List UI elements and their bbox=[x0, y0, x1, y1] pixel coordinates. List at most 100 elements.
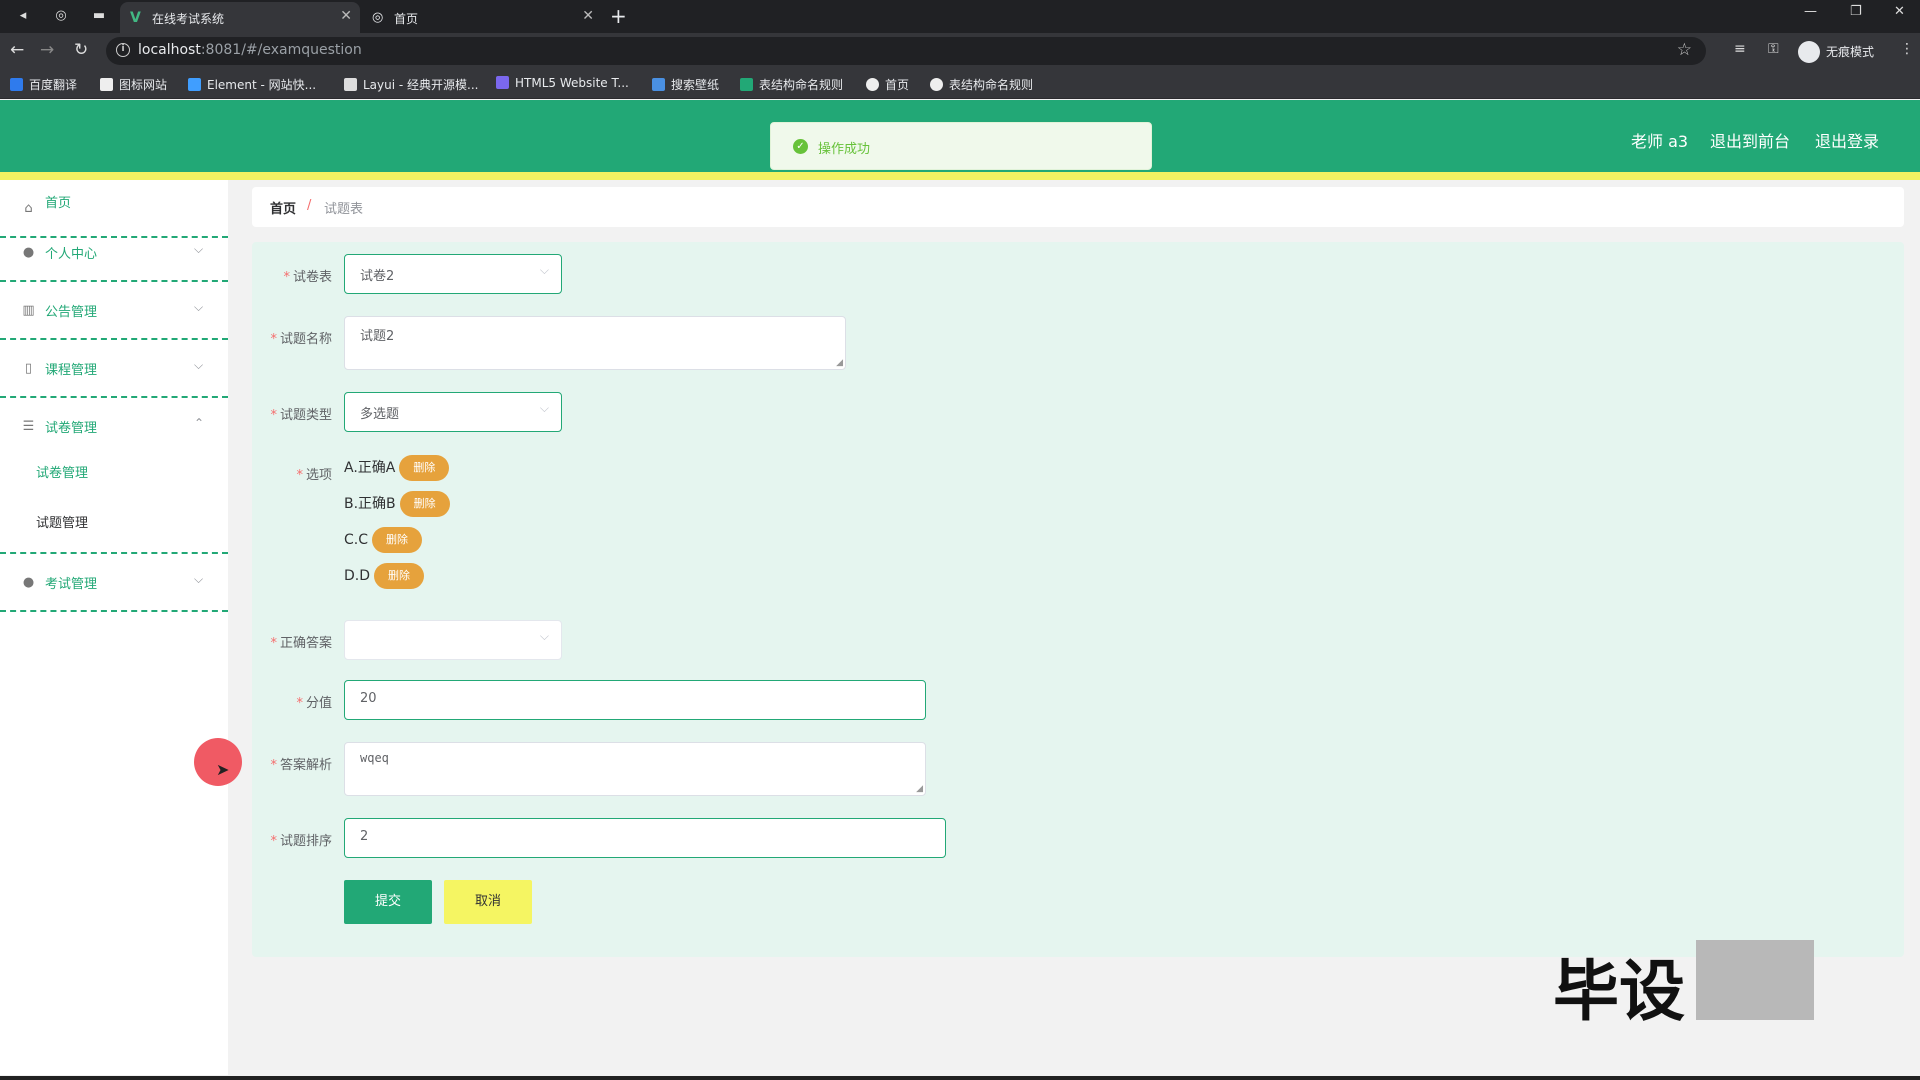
reload-icon[interactable]: ↻ bbox=[74, 40, 88, 60]
chevron-up-icon: ⌃ bbox=[194, 416, 205, 430]
media-control-icon[interactable]: ◂ bbox=[12, 6, 34, 26]
user-icon: ● bbox=[22, 245, 35, 260]
paper-label: * 试卷表 bbox=[283, 270, 332, 285]
wallpaper-icon bbox=[652, 78, 665, 91]
globe-icon[interactable]: ◎ bbox=[50, 6, 72, 26]
incognito-icon[interactable] bbox=[1798, 41, 1820, 63]
bookmark-item[interactable]: 表结构命名规则 bbox=[930, 76, 1033, 93]
delete-option-button[interactable]: 删除 bbox=[399, 455, 450, 481]
tab-title: 在线考试系统 bbox=[152, 12, 225, 26]
order-input[interactable]: 2 bbox=[344, 818, 946, 858]
exam-icon: ● bbox=[22, 575, 35, 590]
watermark-blur bbox=[1696, 940, 1814, 1020]
question-name-textarea[interactable]: 试题2 ◢ bbox=[344, 316, 846, 370]
bookmark-item[interactable]: Layui - 经典开源模... bbox=[344, 76, 478, 93]
chevron-down-icon: ⌵ bbox=[194, 358, 204, 372]
back-icon[interactable]: ← bbox=[10, 40, 24, 60]
answer-select[interactable]: ⌵ bbox=[344, 620, 562, 660]
close-window-icon[interactable]: ✕ bbox=[1894, 4, 1905, 19]
sliders-icon: ☰ bbox=[22, 419, 35, 434]
globe-icon bbox=[866, 78, 879, 91]
chevron-down-icon: ⌵ bbox=[539, 263, 549, 277]
type-label: * 试题类型 bbox=[270, 408, 332, 423]
sidebar-item-notice[interactable]: ▥ 公告管理 ⌵ bbox=[0, 282, 228, 340]
submenu-paper-management[interactable]: 试卷管理 bbox=[36, 462, 88, 481]
bookmark-item[interactable]: 表结构命名规则 bbox=[740, 76, 843, 93]
home-icon: ⌂ bbox=[24, 201, 33, 216]
sidebar-item-label: 考试管理 bbox=[45, 577, 98, 592]
delete-option-button[interactable]: 删除 bbox=[374, 563, 425, 589]
sidebar-item-personal[interactable]: ● 个人中心 ⌵ bbox=[0, 224, 228, 282]
order-label: * 试题排序 bbox=[270, 834, 332, 849]
forward-icon[interactable]: → bbox=[40, 40, 54, 60]
score-input[interactable]: 20 bbox=[344, 680, 926, 720]
chevron-down-icon: ⌵ bbox=[539, 401, 549, 415]
watermark-text: 毕设 bbox=[1553, 953, 1685, 1030]
bookmark-item[interactable]: Element - 网站快... bbox=[188, 76, 316, 93]
bookmark-star-icon[interactable]: ☆ bbox=[1677, 40, 1692, 60]
question-form: * 试卷表 试卷2 ⌵ * 试题名称 试题2 ◢ * 试题类型 多选题 ⌵ * 选项 A… bbox=[252, 242, 1904, 957]
key-icon[interactable]: ⚿ bbox=[1768, 41, 1779, 57]
vue-icon: V bbox=[130, 10, 141, 26]
answer-label: * 正确答案 bbox=[270, 636, 332, 651]
html5-icon bbox=[496, 76, 509, 89]
translate-icon bbox=[10, 78, 23, 91]
submenu-question-management[interactable]: 试题管理 bbox=[36, 512, 88, 531]
new-tab-icon[interactable]: + bbox=[610, 4, 627, 28]
browser-tabstrip: ◂ ◎ ▬ V 在线考试系统 ✕ ◎ 首页 ✕ + — ❐ ✕ bbox=[0, 0, 1920, 33]
submit-button[interactable]: 提交 bbox=[344, 880, 432, 924]
resize-grip-icon[interactable]: ◢ bbox=[916, 784, 923, 794]
sidebar: ⌂ 首页 ● 个人中心 ⌵ ▥ 公告管理 ⌵ ▯ 课程管理 ⌵ ☰ 试卷管理 ⌃… bbox=[0, 180, 228, 1075]
bookmark-item[interactable]: 首页 bbox=[866, 76, 909, 93]
cancel-button[interactable]: 取消 bbox=[444, 880, 532, 924]
exit-to-front-link[interactable]: 退出到前台 bbox=[1710, 128, 1790, 152]
options-label: * 选项 bbox=[296, 468, 332, 483]
bookmarks-bar: 百度翻译 图标网站 Element - 网站快... Layui - 经典开源模… bbox=[0, 69, 1920, 99]
reading-list-icon[interactable]: ≡ bbox=[1734, 41, 1746, 57]
success-toast: ✓ 操作成功 bbox=[770, 122, 1152, 170]
breadcrumb-home[interactable]: 首页 bbox=[270, 198, 296, 217]
element-icon bbox=[188, 78, 201, 91]
incognito-label: 无痕模式 bbox=[1826, 45, 1875, 59]
sidebar-item-label: 试卷管理 bbox=[45, 421, 98, 436]
chevron-down-icon: ⌵ bbox=[194, 300, 204, 314]
bookmark-item[interactable]: 百度翻译 bbox=[10, 76, 77, 93]
type-select[interactable]: 多选题 ⌵ bbox=[344, 392, 562, 432]
sidebar-item-label: 首页 bbox=[45, 196, 72, 211]
option-item: C.C 删除 bbox=[344, 527, 423, 553]
delete-option-button[interactable]: 删除 bbox=[372, 527, 423, 553]
globe-icon bbox=[930, 78, 943, 91]
toast-message: 操作成功 bbox=[818, 142, 871, 157]
bookmark-item[interactable]: 图标网站 bbox=[100, 76, 167, 93]
course-icon: ▯ bbox=[24, 361, 33, 376]
sidebar-item-exam[interactable]: ● 考试管理 ⌵ bbox=[0, 554, 228, 612]
logout-link[interactable]: 退出登录 bbox=[1815, 128, 1879, 152]
window-icon[interactable]: ▬ bbox=[88, 6, 110, 26]
minimize-icon[interactable]: — bbox=[1804, 4, 1817, 19]
paper-select[interactable]: 试卷2 ⌵ bbox=[344, 254, 562, 294]
tab-exam-system[interactable]: V 在线考试系统 ✕ bbox=[120, 2, 360, 33]
flag-icon bbox=[100, 78, 113, 91]
option-item: B.正确B 删除 bbox=[344, 491, 450, 517]
close-icon[interactable]: ✕ bbox=[340, 8, 352, 24]
chevron-down-icon: ⌵ bbox=[194, 572, 204, 586]
menu-kebab-icon[interactable]: ⋮ bbox=[1900, 41, 1914, 57]
analysis-textarea[interactable]: wqeq ◢ bbox=[344, 742, 926, 796]
resize-grip-icon[interactable]: ◢ bbox=[836, 358, 843, 368]
url-text: localhost:8081/#/examquestion bbox=[138, 42, 362, 58]
option-item: A.正确A 删除 bbox=[344, 455, 450, 481]
current-user: 老师 a3 bbox=[1631, 132, 1689, 151]
tab-home[interactable]: ◎ 首页 ✕ bbox=[362, 2, 602, 33]
restore-icon[interactable]: ❐ bbox=[1850, 4, 1862, 19]
close-icon[interactable]: ✕ bbox=[582, 8, 594, 24]
sidebar-item-exam-paper[interactable]: ☰ 试卷管理 ⌃ 试卷管理 试题管理 bbox=[0, 398, 228, 554]
address-bar[interactable]: i localhost:8081/#/examquestion ☆ bbox=[106, 37, 1706, 65]
bookmark-item[interactable]: 搜索壁纸 bbox=[652, 76, 719, 93]
bottom-edge bbox=[0, 1076, 1920, 1080]
delete-option-button[interactable]: 删除 bbox=[399, 491, 450, 517]
header-accent-strip bbox=[0, 172, 1920, 180]
sidebar-item-course[interactable]: ▯ 课程管理 ⌵ bbox=[0, 340, 228, 398]
bookmark-item[interactable]: HTML5 Website T... bbox=[496, 76, 629, 90]
breadcrumb-current: 试题表 bbox=[324, 202, 364, 217]
info-icon[interactable]: i bbox=[116, 43, 130, 57]
